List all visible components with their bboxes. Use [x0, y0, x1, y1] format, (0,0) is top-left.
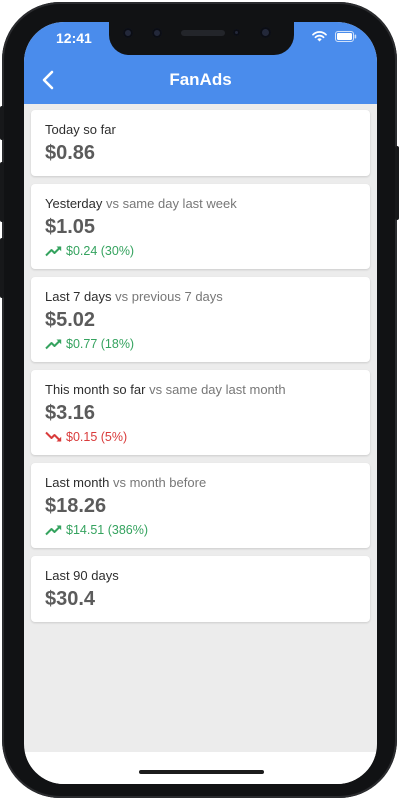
period-label: Yesterday: [45, 196, 103, 211]
period-label: This month so far: [45, 382, 146, 397]
screen: 12:41 FanAds Today so far $0.86 Yesterda…: [24, 22, 377, 784]
speaker-grille: [181, 30, 225, 36]
earnings-amount: $5.02: [45, 309, 96, 331]
bottom-safe-area: [24, 752, 377, 784]
earnings-amount: $3.16: [45, 402, 96, 424]
power-button: [395, 146, 399, 220]
card-title: Last month vs month before: [45, 474, 356, 491]
stat-card-4[interactable]: This month so far vs same day last month…: [31, 370, 370, 455]
battery-icon: [335, 31, 357, 42]
earnings-amount: $0.86: [45, 142, 96, 164]
card-title: Last 90 days: [45, 567, 356, 584]
trending-up-icon: [45, 246, 62, 257]
earnings-amount: $30.4: [45, 588, 96, 610]
app-bar: 12:41 FanAds: [24, 22, 377, 104]
comparison-label: vs same day last week: [105, 196, 237, 211]
mute-switch: [0, 106, 4, 140]
stat-card-1[interactable]: Today so far $0.86: [31, 110, 370, 176]
trending-up-icon: [45, 339, 62, 350]
stats-list: Today so far $0.86 Yesterday vs same day…: [31, 110, 370, 630]
status-icons: [312, 31, 357, 42]
card-title: Yesterday vs same day last week: [45, 195, 356, 212]
notch: [109, 22, 294, 55]
period-label: Last month: [45, 475, 110, 490]
card-title: Last 7 days vs previous 7 days: [45, 288, 356, 305]
period-label: Last 90 days: [45, 568, 119, 583]
stat-card-2[interactable]: Yesterday vs same day last week $1.05 $0…: [31, 184, 370, 269]
change-value: $14.51 (386%): [66, 523, 149, 537]
stat-card-6[interactable]: Last 90 days $30.4: [31, 556, 370, 622]
volume-down-button: [0, 238, 4, 298]
change-indicator: $0.15 (5%): [45, 429, 356, 445]
change-value: $0.24 (30%): [66, 244, 135, 258]
comparison-label: vs month before: [112, 475, 207, 490]
phone-frame: 12:41 FanAds Today so far $0.86 Yesterda…: [0, 2, 399, 798]
earnings-amount: $1.05: [45, 216, 96, 238]
trending-down-icon: [45, 431, 62, 442]
period-label: Last 7 days: [45, 289, 112, 304]
change-indicator: $14.51 (386%): [45, 522, 356, 538]
home-indicator[interactable]: [139, 770, 264, 774]
proximity-sensor-icon: [233, 29, 240, 36]
change-value: $0.15 (5%): [66, 430, 128, 444]
change-value: $0.77 (18%): [66, 337, 135, 351]
card-title: This month so far vs same day last month: [45, 381, 356, 398]
camera-icon: [123, 28, 133, 38]
change-indicator: $0.77 (18%): [45, 336, 356, 352]
page-title: FanAds: [169, 70, 232, 89]
card-title: Today so far: [45, 121, 356, 138]
comparison-label: vs same day last month: [149, 382, 286, 397]
change-indicator: $0.24 (30%): [45, 243, 356, 259]
volume-up-button: [0, 162, 4, 222]
period-label: Today so far: [45, 122, 116, 137]
front-camera-icon: [260, 27, 271, 38]
stat-card-3[interactable]: Last 7 days vs previous 7 days $5.02 $0.…: [31, 277, 370, 362]
status-time: 12:41: [56, 30, 92, 46]
wifi-icon: [312, 31, 327, 42]
comparison-label: vs previous 7 days: [115, 289, 223, 304]
sensor-icon: [152, 28, 162, 38]
stat-card-5[interactable]: Last month vs month before $18.26 $14.51…: [31, 463, 370, 548]
earnings-amount: $18.26: [45, 495, 107, 517]
trending-up-icon: [45, 525, 62, 536]
